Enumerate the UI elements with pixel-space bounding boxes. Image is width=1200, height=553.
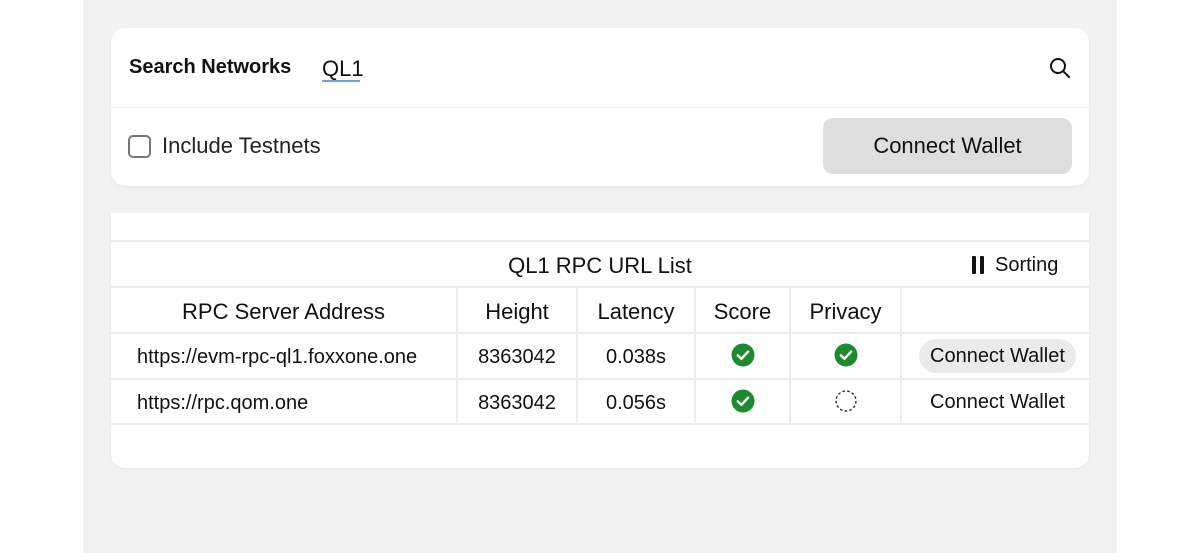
block-height: 8363042 [478,392,556,414]
row-connect-wallet-button[interactable]: Connect Wallet [919,385,1076,419]
check-circle-icon [731,389,755,413]
pause-icon [971,256,985,274]
search-icon[interactable] [1049,57,1071,79]
table-title: QL1 RPC URL List [508,253,692,278]
table-divider [111,423,1089,425]
search-card: Search Networks Include Testnets Connect… [111,28,1089,186]
rpc-address: https://evm-rpc-ql1.foxxone.one [137,346,418,368]
search-row: Search Networks [111,28,1089,108]
include-testnets-label[interactable]: Include Testnets [162,133,321,159]
column-header-latency[interactable]: Latency [578,299,694,335]
check-circle-icon [731,343,755,367]
latency-value: 0.038s [605,346,667,368]
options-row: Include Testnets Connect Wallet [111,108,1089,186]
block-height: 8363042 [478,346,556,368]
rpc-table-card: QL1 RPC URL List Sorting RPC Server Addr… [111,213,1089,468]
check-circle-icon [834,343,858,367]
latency-value: 0.056s [605,392,667,414]
dashed-circle-icon [835,390,857,412]
column-header-score[interactable]: Score [696,299,789,335]
sorting-label: Sorting [995,253,1059,276]
spellcheck-underline [322,80,360,82]
sorting-button[interactable]: Sorting [971,251,1058,279]
column-header-action [902,299,1089,335]
column-header-address[interactable]: RPC Server Address [111,299,456,335]
table-divider [111,240,1089,242]
column-header-privacy[interactable]: Privacy [791,299,900,335]
table-divider [111,286,1089,288]
table-divider [111,378,1089,380]
search-input[interactable] [322,54,1022,84]
column-header-height[interactable]: Height [458,299,576,335]
connect-wallet-button[interactable]: Connect Wallet [823,118,1072,174]
include-testnets-checkbox[interactable] [128,135,151,158]
row-connect-wallet-button[interactable]: Connect Wallet [919,339,1076,373]
rpc-address: https://rpc.qom.one [137,392,309,414]
search-label: Search Networks [129,56,292,78]
